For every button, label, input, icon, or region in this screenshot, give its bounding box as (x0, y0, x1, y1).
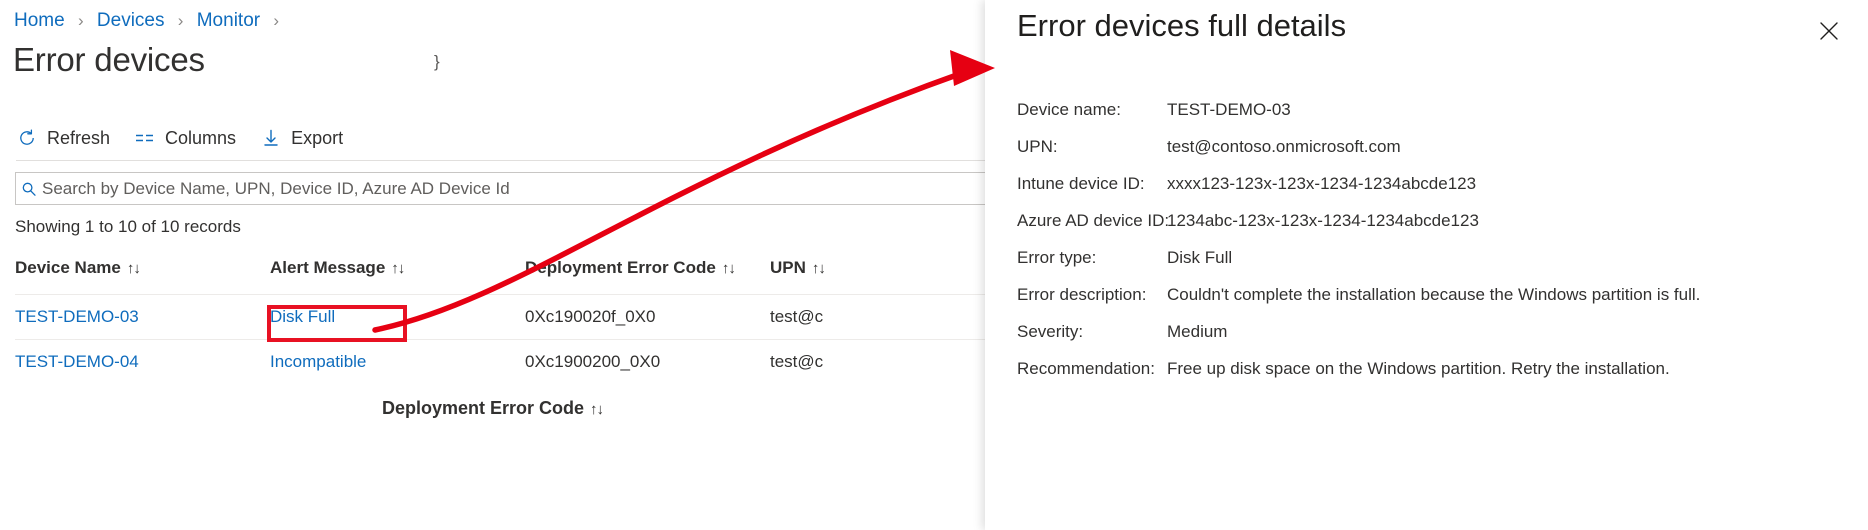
breadcrumb-item-home[interactable]: Home (14, 10, 65, 31)
detail-field-recommendation: Recommendation: Free up disk space on th… (1017, 359, 1857, 379)
field-value: TEST-DEMO-03 (1167, 100, 1291, 120)
refresh-label: Refresh (47, 128, 110, 149)
sort-arrows-icon[interactable]: ↑↓ (812, 260, 825, 277)
field-label: Error type: (1017, 248, 1167, 268)
error-details-panel: Error devices full details Device name: … (985, 0, 1868, 530)
column-header-deployment-error-code[interactable]: Deployment Error Code ↑↓ (525, 258, 770, 295)
screenshot-root: Home › Devices › Monitor › Error devices… (0, 0, 1868, 530)
stray-text-mark: } (434, 52, 440, 72)
detail-field-severity: Severity: Medium (1017, 322, 1857, 342)
refresh-icon (16, 127, 38, 149)
breadcrumb-separator-icon: › (178, 11, 184, 30)
cell-alert-message: Incompatible (270, 340, 525, 385)
field-value: Free up disk space on the Windows partit… (1167, 359, 1670, 379)
detail-panel-title: Error devices full details (1017, 8, 1346, 44)
close-icon[interactable] (1812, 14, 1846, 48)
command-bar-divider (16, 160, 985, 161)
export-button[interactable]: Export (260, 122, 343, 154)
breadcrumb-item-devices[interactable]: Devices (97, 10, 165, 31)
cell-alert-message: Disk Full (270, 295, 525, 340)
detail-field-list: Device name: TEST-DEMO-03 UPN: test@cont… (1017, 100, 1857, 396)
field-value: 1234abc-123x-123x-1234-1234abcde123 (1167, 211, 1479, 231)
columns-button[interactable]: Columns (134, 122, 236, 154)
error-devices-table: Device Name ↑↓ Alert Message ↑↓ Deployment… (15, 258, 985, 384)
breadcrumb-separator-icon: › (273, 11, 279, 30)
columns-label: Columns (165, 128, 236, 149)
cell-upn: test@c (770, 340, 985, 385)
detail-field-device-name: Device name: TEST-DEMO-03 (1017, 100, 1857, 120)
field-value: test@contoso.onmicrosoft.com (1167, 137, 1401, 157)
field-label: Device name: (1017, 100, 1167, 120)
error-devices-list-pane: Home › Devices › Monitor › Error devices… (0, 0, 985, 530)
field-value: Medium (1167, 322, 1227, 342)
column-header-label: Deployment Error Code (525, 258, 716, 277)
field-value: xxxx123-123x-123x-1234-1234abcde123 (1167, 174, 1476, 194)
search-box[interactable] (15, 172, 985, 205)
sort-arrows-icon[interactable]: ↑↓ (391, 260, 404, 277)
breadcrumb-item-monitor[interactable]: Monitor (197, 10, 260, 31)
detail-field-error-type: Error type: Disk Full (1017, 248, 1857, 268)
sort-arrows-icon[interactable]: ↑↓ (722, 260, 735, 277)
command-bar: Refresh Columns (16, 122, 367, 154)
sort-arrows-icon[interactable]: ↑↓ (127, 260, 140, 277)
footer-sort-label: Deployment Error Code ↑↓ (0, 398, 985, 419)
table-header-row: Device Name ↑↓ Alert Message ↑↓ Deployment… (15, 258, 985, 295)
table-row[interactable]: TEST-DEMO-04 Incompatible 0Xc1900200_0X0… (15, 340, 985, 385)
detail-field-intune-device-id: Intune device ID: xxxx123-123x-123x-1234… (1017, 174, 1857, 194)
footer-sort-text: Deployment Error Code (382, 398, 584, 418)
field-label: Recommendation: (1017, 359, 1167, 379)
refresh-button[interactable]: Refresh (16, 122, 110, 154)
export-download-icon (260, 127, 282, 149)
detail-field-upn: UPN: test@contoso.onmicrosoft.com (1017, 137, 1857, 157)
search-input[interactable] (42, 173, 985, 204)
cell-device-name: TEST-DEMO-03 (15, 295, 270, 340)
alert-message-link[interactable]: Disk Full (270, 307, 335, 326)
breadcrumb-separator-icon: › (78, 11, 84, 30)
field-label: Severity: (1017, 322, 1167, 342)
page-title: Error devices (13, 41, 205, 79)
field-value: Couldn't complete the installation becau… (1167, 285, 1700, 305)
records-summary: Showing 1 to 10 of 10 records (15, 217, 241, 237)
cell-device-name: TEST-DEMO-04 (15, 340, 270, 385)
column-header-label: Alert Message (270, 258, 385, 277)
detail-field-error-description: Error description: Couldn't complete the… (1017, 285, 1857, 305)
cell-upn: test@c (770, 295, 985, 340)
field-label: Error description: (1017, 285, 1167, 305)
device-name-link[interactable]: TEST-DEMO-03 (15, 307, 139, 326)
field-label: Azure AD device ID: (1017, 211, 1167, 231)
column-header-alert-message[interactable]: Alert Message ↑↓ (270, 258, 525, 295)
column-header-label: Device Name (15, 258, 121, 277)
column-header-device-name[interactable]: Device Name ↑↓ (15, 258, 270, 295)
field-label: UPN: (1017, 137, 1167, 157)
device-name-link[interactable]: TEST-DEMO-04 (15, 352, 139, 371)
detail-field-azure-ad-device-id: Azure AD device ID: 1234abc-123x-123x-12… (1017, 211, 1857, 231)
column-header-label: UPN (770, 258, 806, 277)
sort-arrows-icon[interactable]: ↑↓ (590, 401, 603, 418)
field-value: Disk Full (1167, 248, 1232, 268)
search-icon (16, 181, 42, 197)
alert-message-link[interactable]: Incompatible (270, 352, 366, 371)
breadcrumb: Home › Devices › Monitor › (14, 8, 287, 34)
table-row[interactable]: TEST-DEMO-03 Disk Full 0Xc190020f_0X0 te… (15, 295, 985, 340)
column-header-upn[interactable]: UPN ↑↓ (770, 258, 985, 295)
cell-deployment-error-code: 0Xc190020f_0X0 (525, 295, 770, 340)
export-label: Export (291, 128, 343, 149)
cell-deployment-error-code: 0Xc1900200_0X0 (525, 340, 770, 385)
field-label: Intune device ID: (1017, 174, 1167, 194)
columns-icon (134, 127, 156, 149)
